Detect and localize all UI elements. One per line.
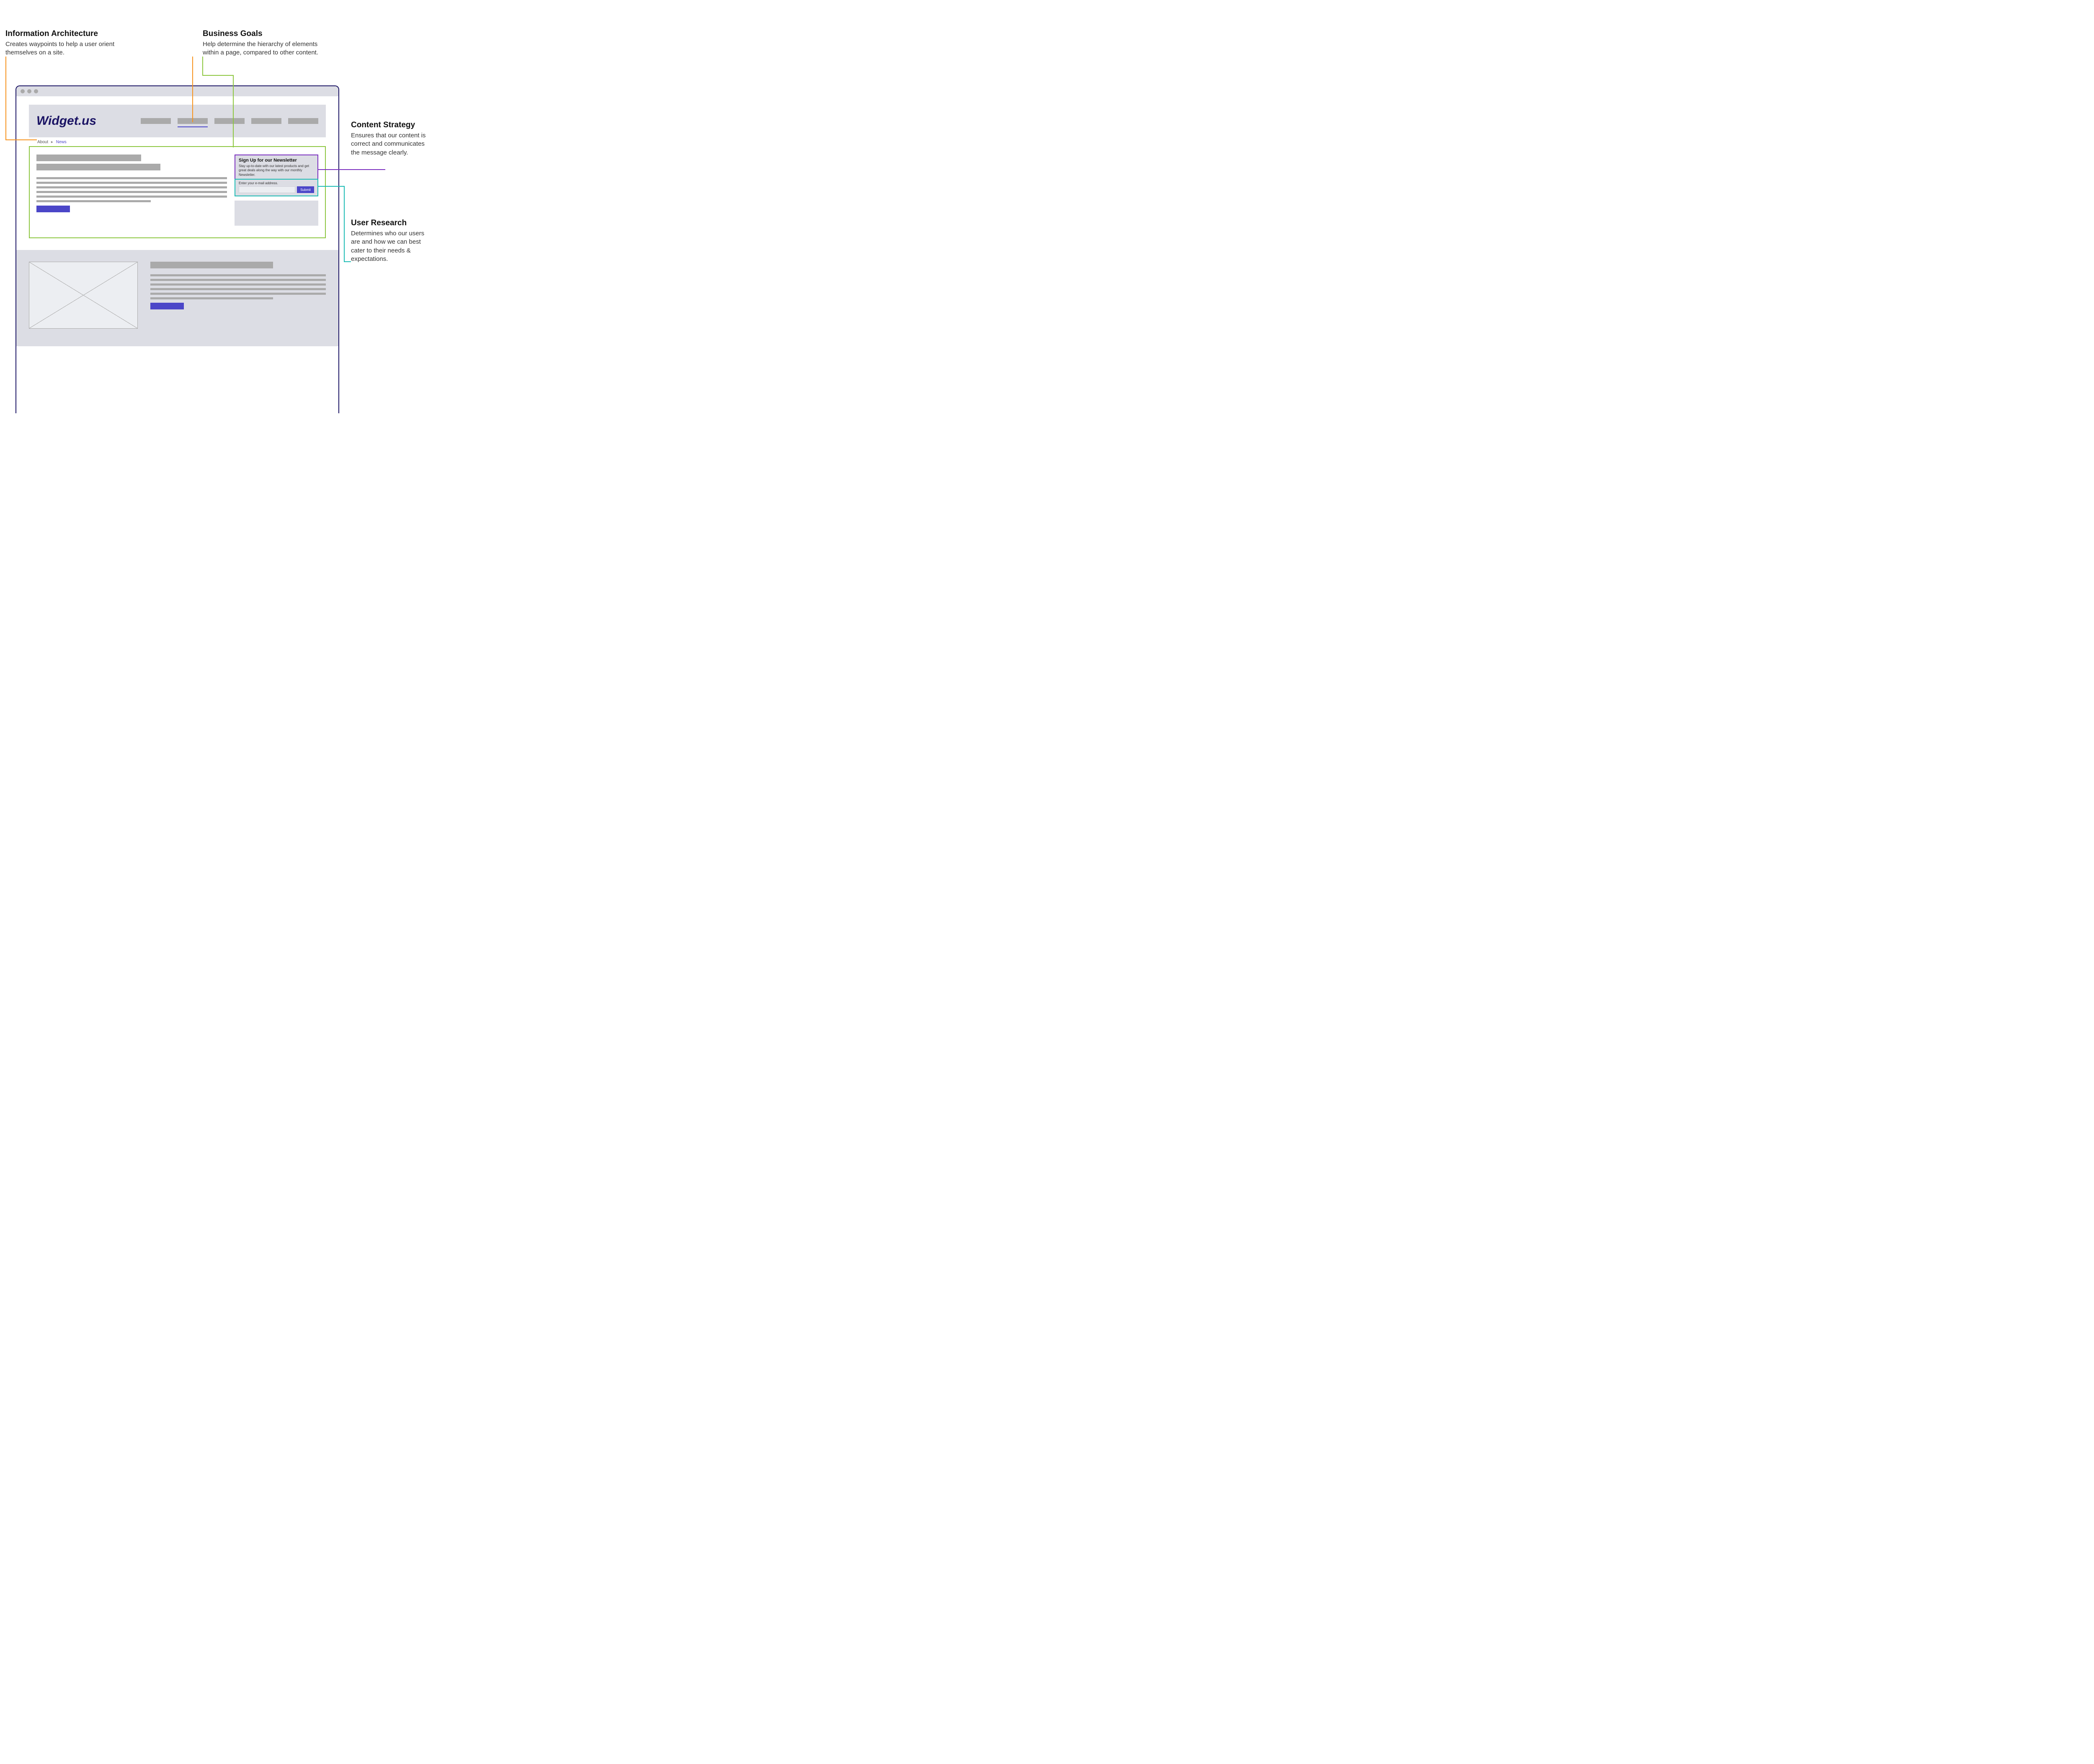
nav-item[interactable] bbox=[141, 118, 171, 124]
text-placeholder bbox=[36, 186, 227, 188]
annotation-ia-title: Information Architecture bbox=[5, 29, 123, 39]
heading-placeholder bbox=[150, 262, 273, 268]
text-placeholder bbox=[150, 288, 326, 290]
breadcrumb: About ▸ News bbox=[37, 140, 317, 144]
window-dot-icon bbox=[34, 89, 38, 93]
email-field[interactable] bbox=[239, 186, 295, 193]
browser-window: Widget.us About ▸ News Si bbox=[15, 85, 339, 413]
submit-button[interactable]: Submit bbox=[297, 186, 314, 193]
annotation-biz-title: Business Goals bbox=[203, 29, 328, 39]
newsletter-header: Sign Up for our Newsletter Stay up-to-da… bbox=[235, 155, 318, 179]
text-placeholder bbox=[36, 177, 227, 179]
annotation-research: User Research Determines who our users a… bbox=[351, 219, 431, 263]
primary-nav bbox=[141, 118, 318, 124]
text-placeholder bbox=[36, 196, 227, 198]
text-placeholder bbox=[36, 182, 227, 184]
browser-chrome bbox=[16, 86, 338, 96]
annotation-biz: Business Goals Help determine the hierar… bbox=[203, 29, 328, 57]
text-placeholder bbox=[150, 293, 326, 295]
heading-placeholder bbox=[36, 164, 160, 170]
text-placeholder bbox=[150, 283, 326, 286]
text-placeholder bbox=[150, 274, 326, 276]
annotation-biz-body: Help determine the hierarchy of elements… bbox=[203, 40, 328, 57]
newsletter-card: Sign Up for our Newsletter Stay up-to-da… bbox=[235, 155, 318, 196]
email-label: Enter your e-mail address. bbox=[239, 181, 314, 185]
heading-placeholder bbox=[36, 155, 141, 161]
breadcrumb-current[interactable]: News bbox=[56, 140, 67, 144]
newsletter-form: Enter your e-mail address. Submit bbox=[235, 179, 318, 196]
nav-item[interactable] bbox=[214, 118, 245, 124]
newsletter-heading: Sign Up for our Newsletter bbox=[239, 158, 314, 163]
text-placeholder bbox=[150, 297, 273, 299]
cta-button[interactable] bbox=[150, 303, 184, 309]
annotation-ia-body: Creates waypoints to help a user orient … bbox=[5, 40, 123, 57]
nav-item-active[interactable] bbox=[178, 118, 208, 124]
text-placeholder bbox=[36, 191, 227, 193]
nav-item[interactable] bbox=[288, 118, 318, 124]
cta-button[interactable] bbox=[36, 206, 70, 212]
text-placeholder bbox=[36, 200, 151, 202]
nav-item[interactable] bbox=[251, 118, 281, 124]
secondary-article bbox=[150, 262, 326, 335]
main-content: Sign Up for our Newsletter Stay up-to-da… bbox=[29, 146, 326, 238]
annotation-ia: Information Architecture Creates waypoin… bbox=[5, 29, 123, 57]
annotation-content-body: Ensures that our content is correct and … bbox=[351, 131, 426, 157]
newsletter-blurb: Stay up-to-date with our latest products… bbox=[239, 164, 314, 177]
secondary-content bbox=[16, 250, 338, 346]
site-header: Widget.us bbox=[29, 105, 326, 137]
annotation-research-title: User Research bbox=[351, 219, 431, 228]
chevron-right-icon: ▸ bbox=[51, 140, 53, 144]
annotation-content: Content Strategy Ensures that our conten… bbox=[351, 121, 426, 157]
annotation-research-body: Determines who our users are and how we … bbox=[351, 229, 431, 263]
window-dot-icon bbox=[27, 89, 31, 93]
image-placeholder bbox=[29, 262, 138, 329]
site-logo[interactable]: Widget.us bbox=[36, 114, 96, 128]
sidebar: Sign Up for our Newsletter Stay up-to-da… bbox=[235, 155, 318, 232]
text-placeholder bbox=[150, 279, 326, 281]
breadcrumb-root[interactable]: About bbox=[37, 140, 48, 144]
article bbox=[36, 155, 227, 232]
sidebar-block bbox=[235, 201, 318, 226]
annotation-content-title: Content Strategy bbox=[351, 121, 426, 130]
window-dot-icon bbox=[21, 89, 25, 93]
